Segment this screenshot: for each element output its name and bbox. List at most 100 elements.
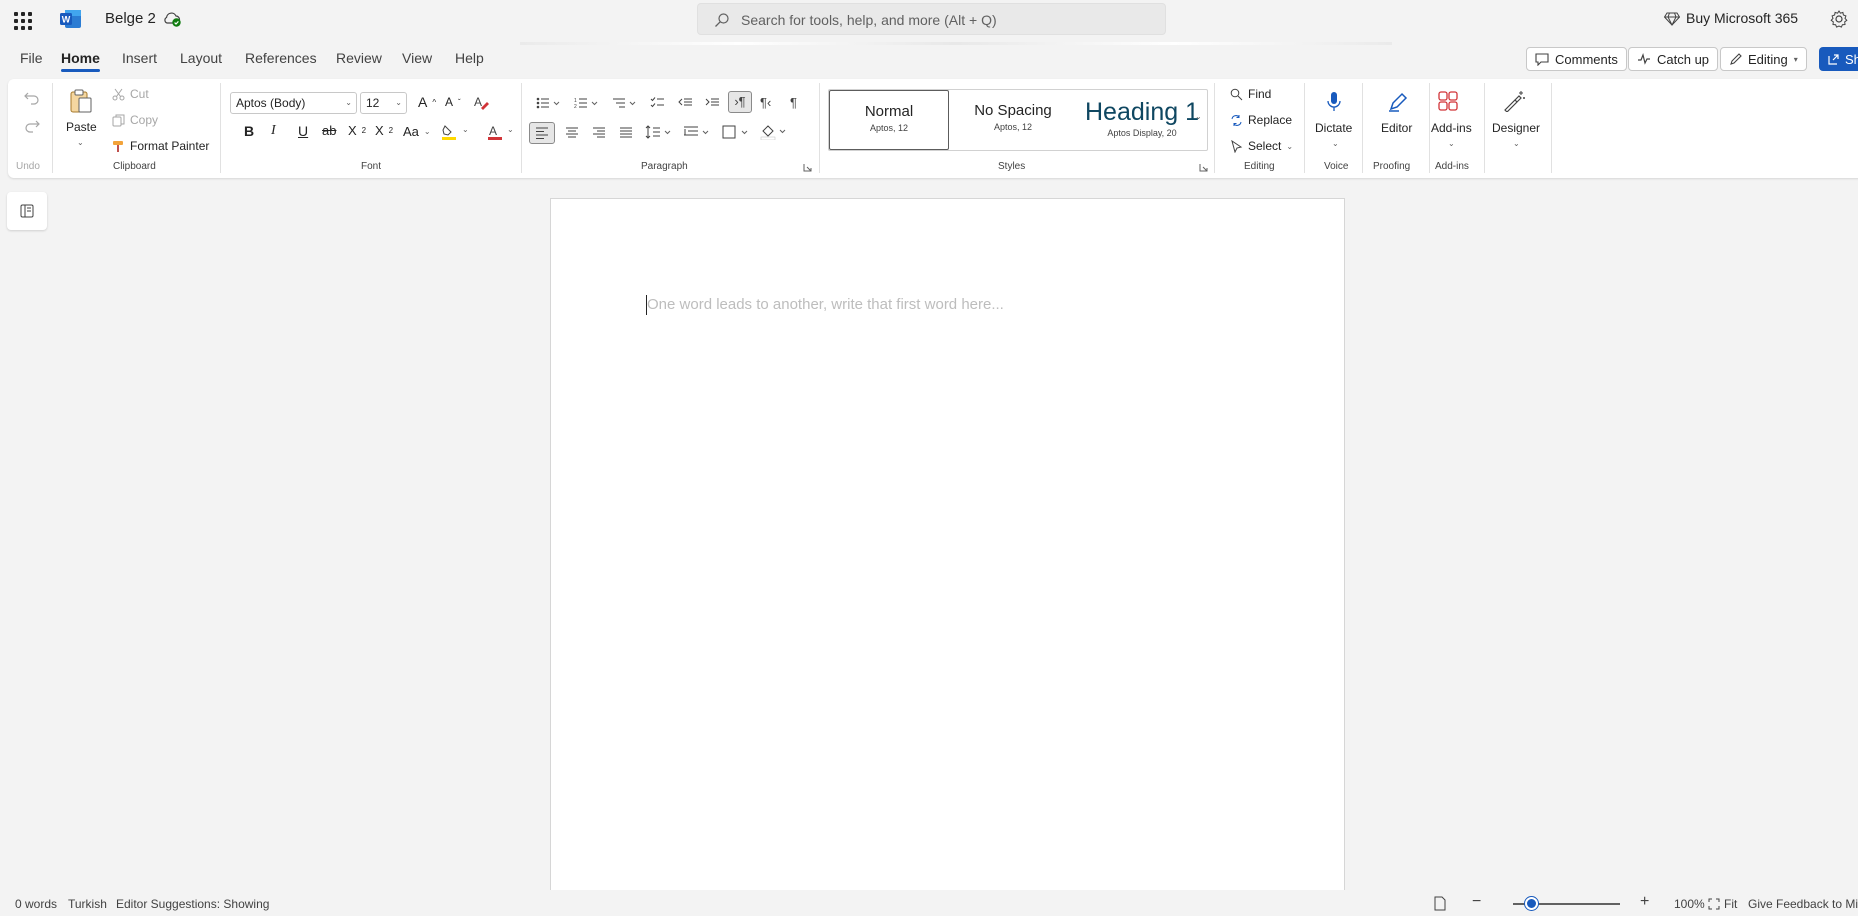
- catch-up-button[interactable]: Catch up: [1628, 47, 1719, 71]
- editor-suggestions-status[interactable]: Editor Suggestions: Showing: [116, 897, 269, 911]
- superscript-icon[interactable]: X2: [375, 123, 393, 138]
- bullets-icon[interactable]: [536, 97, 562, 109]
- group-divider: [1362, 83, 1363, 173]
- paste-label[interactable]: Paste: [66, 120, 97, 134]
- zoom-level[interactable]: 100%: [1674, 897, 1705, 911]
- bold-icon[interactable]: B: [244, 123, 254, 139]
- replace-button[interactable]: Replace: [1230, 113, 1292, 127]
- fit-button[interactable]: Fit: [1708, 897, 1737, 911]
- styles-dialog-launcher-icon[interactable]: [1199, 163, 1208, 172]
- redo-icon[interactable]: [24, 119, 40, 133]
- paragraph-dialog-launcher-icon[interactable]: [803, 163, 812, 172]
- add-ins-chevron-icon[interactable]: ⌄: [1448, 139, 1455, 148]
- font-color-icon[interactable]: A: [488, 124, 502, 140]
- designer-label[interactable]: Designer: [1492, 121, 1540, 135]
- navigation-pane-toggle[interactable]: [7, 192, 47, 230]
- grow-font-icon[interactable]: A ^: [418, 94, 436, 110]
- tab-view[interactable]: View: [402, 50, 432, 66]
- borders-icon[interactable]: [722, 125, 752, 139]
- multilevel-list-icon[interactable]: [612, 97, 638, 109]
- dictate-chevron-icon[interactable]: ⌄: [1332, 139, 1339, 148]
- font-name-dropdown[interactable]: Aptos (Body) ⌄: [230, 92, 357, 114]
- highlight-icon[interactable]: [441, 124, 457, 140]
- paste-icon[interactable]: [69, 88, 93, 114]
- subscript-icon[interactable]: X2: [348, 123, 366, 138]
- italic-icon[interactable]: I: [271, 123, 276, 139]
- style-normal[interactable]: Normal Aptos, 12: [829, 90, 949, 150]
- designer-wand-icon[interactable]: [1502, 90, 1526, 112]
- tab-references[interactable]: References: [245, 50, 317, 66]
- font-color-chevron-icon[interactable]: ⌄: [507, 125, 514, 134]
- document-placeholder[interactable]: One word leads to another, write that fi…: [647, 296, 1004, 313]
- clear-formatting-icon[interactable]: A: [473, 94, 489, 110]
- line-spacing-icon[interactable]: [645, 125, 675, 139]
- show-formatting-marks-icon[interactable]: ¶: [790, 95, 797, 110]
- underline-icon[interactable]: U: [298, 123, 308, 139]
- select-button[interactable]: Select ⌄: [1230, 139, 1293, 153]
- decrease-indent-icon[interactable]: [677, 96, 693, 109]
- strikethrough-icon[interactable]: ab: [322, 123, 336, 138]
- tab-help[interactable]: Help: [455, 50, 484, 66]
- style-no-spacing[interactable]: No Spacing Aptos, 12: [949, 90, 1077, 150]
- format-painter-button[interactable]: Format Painter: [112, 139, 209, 153]
- align-left-icon[interactable]: [529, 122, 555, 144]
- cloud-saved-icon[interactable]: [162, 9, 182, 29]
- shading-icon[interactable]: [760, 124, 790, 140]
- add-ins-label[interactable]: Add-ins: [1431, 121, 1472, 135]
- style-heading-1[interactable]: Heading 1 Aptos Display, 20: [1077, 90, 1207, 150]
- editor-label[interactable]: Editor: [1381, 121, 1412, 135]
- align-center-icon[interactable]: [564, 126, 580, 139]
- ltr-paragraph-icon[interactable]: ›¶: [728, 91, 752, 113]
- zoom-slider-thumb[interactable]: [1525, 897, 1538, 910]
- app-launcher-icon[interactable]: [12, 10, 32, 30]
- document-title[interactable]: Belge 2: [105, 10, 156, 27]
- zoom-out-icon[interactable]: −: [1472, 893, 1481, 911]
- tab-home[interactable]: Home: [61, 50, 100, 72]
- copy-button[interactable]: Copy: [112, 113, 158, 127]
- numbering-icon[interactable]: 12: [574, 97, 600, 109]
- word-logo-icon[interactable]: W: [60, 9, 82, 29]
- settings-gear-icon[interactable]: [1829, 9, 1849, 29]
- search-box[interactable]: Search for tools, help, and more (Alt + …: [697, 3, 1166, 35]
- paste-chevron-icon[interactable]: ⌄: [77, 138, 84, 147]
- highlight-chevron-icon[interactable]: ⌄: [462, 125, 469, 134]
- checklist-icon[interactable]: [650, 96, 665, 109]
- styles-more-chevron-icon[interactable]: ⌄: [1195, 112, 1202, 121]
- align-right-icon[interactable]: [591, 126, 607, 139]
- microphone-icon[interactable]: [1326, 91, 1342, 113]
- word-count[interactable]: 0 words: [15, 897, 57, 911]
- shrink-font-icon[interactable]: Aˇ: [445, 95, 461, 109]
- change-case-icon[interactable]: Aa ⌄: [403, 124, 431, 139]
- editing-label: Editing: [1748, 51, 1788, 67]
- tab-insert[interactable]: Insert: [122, 50, 157, 66]
- increase-indent-icon[interactable]: [704, 96, 720, 109]
- styles-group-label: Styles: [998, 161, 1026, 172]
- share-button[interactable]: Sh: [1819, 47, 1858, 71]
- tab-review[interactable]: Review: [336, 50, 382, 66]
- chevron-down-icon: ⌄: [395, 98, 402, 107]
- share-label: Sh: [1845, 51, 1858, 67]
- undo-icon[interactable]: [24, 91, 40, 105]
- cut-button[interactable]: Cut: [112, 87, 149, 101]
- font-size-dropdown[interactable]: 12 ⌄: [360, 92, 407, 114]
- buy-microsoft-365-button[interactable]: Buy Microsoft 365: [1664, 10, 1798, 26]
- add-ins-grid-icon[interactable]: [1437, 90, 1459, 112]
- catch-up-label: Catch up: [1657, 51, 1710, 67]
- zoom-in-icon[interactable]: +: [1640, 893, 1649, 911]
- document-page[interactable]: One word leads to another, write that fi…: [550, 198, 1345, 898]
- tab-file[interactable]: File: [20, 50, 43, 66]
- tab-layout[interactable]: Layout: [180, 50, 222, 66]
- paragraph-spacing-icon[interactable]: [683, 125, 713, 139]
- find-button[interactable]: Find: [1230, 87, 1271, 101]
- feedback-link[interactable]: Give Feedback to Mi: [1748, 897, 1858, 911]
- svg-text:A: A: [489, 124, 497, 138]
- dictate-label[interactable]: Dictate: [1315, 121, 1352, 135]
- designer-chevron-icon[interactable]: ⌄: [1513, 139, 1520, 148]
- comments-button[interactable]: Comments: [1526, 47, 1627, 71]
- justify-icon[interactable]: [618, 126, 634, 139]
- language-indicator[interactable]: Turkish: [68, 897, 107, 911]
- page-view-icon[interactable]: [1434, 896, 1446, 911]
- editing-mode-button[interactable]: Editing ▾: [1720, 47, 1807, 71]
- rtl-paragraph-icon[interactable]: ¶‹: [760, 95, 771, 110]
- editor-pen-icon[interactable]: [1387, 91, 1409, 113]
